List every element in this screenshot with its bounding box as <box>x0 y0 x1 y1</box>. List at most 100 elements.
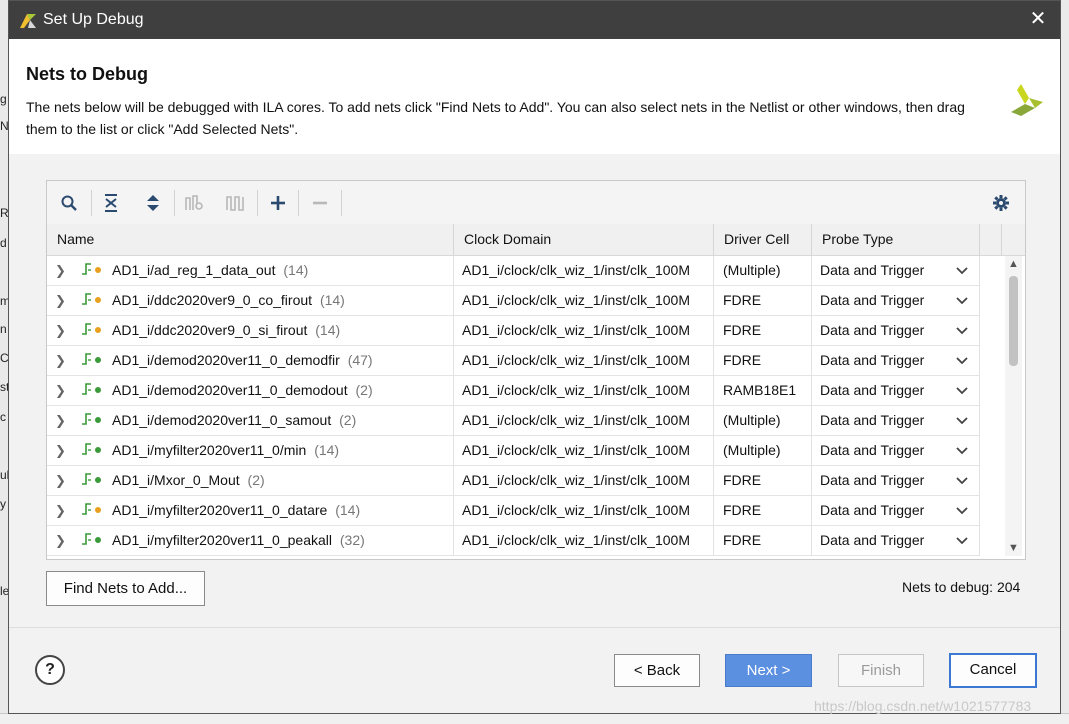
driver-cell-value: FDRE <box>714 526 812 556</box>
column-header-probe-type[interactable]: Probe Type <box>812 224 980 255</box>
probe-type-dropdown[interactable]: Data and Trigger <box>812 316 980 346</box>
remove-icon[interactable] <box>306 189 334 217</box>
waveform-icon[interactable] <box>222 189 250 217</box>
chevron-down-icon[interactable] <box>955 496 969 525</box>
back-button[interactable]: < Back <box>614 654 700 687</box>
chevron-down-icon[interactable] <box>955 316 969 345</box>
expand-arrow-icon[interactable]: ❯ <box>55 496 71 525</box>
expand-arrow-icon[interactable]: ❯ <box>55 256 71 285</box>
net-bus-icon <box>81 317 103 346</box>
probe-type-dropdown[interactable]: Data and Trigger <box>812 256 980 286</box>
toolbar-divider <box>257 190 258 216</box>
group-icon[interactable] <box>180 189 208 217</box>
column-header-clock-domain[interactable]: Clock Domain <box>454 224 714 255</box>
expand-arrow-icon[interactable]: ❯ <box>55 466 71 495</box>
window-title: Set Up Debug <box>43 11 144 28</box>
table-row[interactable]: ❯ AD1_i/demod2020ver11_0_demodout (2) AD… <box>47 376 980 406</box>
driver-cell-value: (Multiple) <box>714 436 812 466</box>
settings-icon[interactable] <box>987 189 1015 217</box>
expand-arrow-icon[interactable]: ❯ <box>55 526 71 555</box>
column-header-name[interactable]: Name <box>47 224 454 255</box>
probe-type-dropdown[interactable]: Data and Trigger <box>812 346 980 376</box>
cancel-button[interactable]: Cancel <box>949 653 1037 688</box>
probe-type-dropdown[interactable]: Data and Trigger <box>812 526 980 556</box>
title-bar: Set Up Debug ✕ <box>9 1 1060 39</box>
net-bus-icon <box>81 347 103 376</box>
background-ide-right <box>1061 0 1069 723</box>
close-icon[interactable]: ✕ <box>1026 7 1050 31</box>
driver-cell-value: RAMB18E1 <box>714 376 812 406</box>
chevron-down-icon[interactable] <box>955 406 969 435</box>
net-name: AD1_i/myfilter2020ver11_0_peakall <box>112 532 332 548</box>
driver-cell-value: FDRE <box>714 316 812 346</box>
net-name: AD1_i/ad_reg_1_data_out <box>112 262 276 278</box>
chevron-down-icon[interactable] <box>955 286 969 315</box>
net-bit-count: (47) <box>347 352 373 368</box>
chevron-down-icon[interactable] <box>955 466 969 495</box>
chevron-down-icon[interactable] <box>955 526 969 555</box>
find-nets-to-add-button[interactable]: Find Nets to Add... <box>46 571 205 606</box>
scrollbar-thumb[interactable] <box>1009 276 1018 366</box>
probe-type-value: Data and Trigger <box>820 412 925 428</box>
net-name: AD1_i/Mxor_0_Mout <box>112 472 240 488</box>
probe-type-value: Data and Trigger <box>820 502 925 518</box>
table-row[interactable]: ❯ AD1_i/ddc2020ver9_0_co_firout (14) AD1… <box>47 286 980 316</box>
toolbar-divider <box>174 190 175 216</box>
table-row[interactable]: ❯ AD1_i/myfilter2020ver11_0/min (14) AD1… <box>47 436 980 466</box>
clock-domain-cell: AD1_i/clock/clk_wiz_1/inst/clk_100M <box>454 496 714 526</box>
net-bus-icon <box>81 407 103 436</box>
bg-text-fragment: g <box>0 92 7 106</box>
scroll-up-icon[interactable]: ▲ <box>1005 256 1022 272</box>
probe-type-dropdown[interactable]: Data and Trigger <box>812 436 980 466</box>
net-name: AD1_i/demod2020ver11_0_demodfir <box>112 352 340 368</box>
probe-type-dropdown[interactable]: Data and Trigger <box>812 466 980 496</box>
chevron-down-icon[interactable] <box>955 436 969 465</box>
expand-arrow-icon[interactable]: ❯ <box>55 316 71 345</box>
probe-type-value: Data and Trigger <box>820 322 925 338</box>
probe-type-dropdown[interactable]: Data and Trigger <box>812 496 980 526</box>
toolbar-divider <box>341 190 342 216</box>
chevron-down-icon[interactable] <box>955 346 969 375</box>
toolbar-divider <box>91 190 92 216</box>
net-name-cell: ❯ AD1_i/ddc2020ver9_0_co_firout (14) <box>47 286 454 316</box>
expand-arrow-icon[interactable]: ❯ <box>55 286 71 315</box>
clock-domain-cell: AD1_i/clock/clk_wiz_1/inst/clk_100M <box>454 376 714 406</box>
driver-cell-value: FDRE <box>714 496 812 526</box>
search-icon[interactable] <box>55 189 83 217</box>
probe-type-dropdown[interactable]: Data and Trigger <box>812 406 980 436</box>
scroll-down-icon[interactable]: ▼ <box>1005 540 1022 556</box>
help-button[interactable]: ? <box>35 655 65 685</box>
table-row[interactable]: ❯ AD1_i/myfilter2020ver11_0_peakall (32)… <box>47 526 980 556</box>
net-bus-icon <box>81 287 103 316</box>
vertical-scrollbar[interactable]: ▲ ▼ <box>1005 256 1022 556</box>
clock-domain-cell: AD1_i/clock/clk_wiz_1/inst/clk_100M <box>454 256 714 286</box>
table-row[interactable]: ❯ AD1_i/demod2020ver11_0_samout (2) AD1_… <box>47 406 980 436</box>
collapse-all-icon[interactable] <box>97 189 125 217</box>
net-bit-count: (2) <box>247 472 265 488</box>
table-row[interactable]: ❯ AD1_i/ad_reg_1_data_out (14) AD1_i/clo… <box>47 256 980 286</box>
net-bit-count: (14) <box>314 442 340 458</box>
table-row[interactable]: ❯ AD1_i/myfilter2020ver11_0_datare (14) … <box>47 496 980 526</box>
probe-type-dropdown[interactable]: Data and Trigger <box>812 286 980 316</box>
table-row[interactable]: ❯ AD1_i/Mxor_0_Mout (2) AD1_i/clock/clk_… <box>47 466 980 496</box>
expand-all-icon[interactable] <box>139 189 167 217</box>
add-icon[interactable] <box>264 189 292 217</box>
expand-arrow-icon[interactable]: ❯ <box>55 436 71 465</box>
expand-arrow-icon[interactable]: ❯ <box>55 376 71 405</box>
chevron-down-icon[interactable] <box>955 376 969 405</box>
probe-type-dropdown[interactable]: Data and Trigger <box>812 376 980 406</box>
table-row[interactable]: ❯ AD1_i/demod2020ver11_0_demodfir (47) A… <box>47 346 980 376</box>
net-name-cell: ❯ AD1_i/demod2020ver11_0_demodout (2) <box>47 376 454 406</box>
footer-divider <box>9 627 1060 628</box>
expand-arrow-icon[interactable]: ❯ <box>55 406 71 435</box>
probe-type-value: Data and Trigger <box>820 532 925 548</box>
clock-domain-cell: AD1_i/clock/clk_wiz_1/inst/clk_100M <box>454 466 714 496</box>
next-button[interactable]: Next > <box>725 654 812 687</box>
toolbar-divider <box>298 190 299 216</box>
expand-arrow-icon[interactable]: ❯ <box>55 346 71 375</box>
chevron-down-icon[interactable] <box>955 256 969 285</box>
column-header-driver-cell[interactable]: Driver Cell <box>714 224 812 255</box>
bg-text-fragment: c <box>0 410 6 424</box>
table-row[interactable]: ❯ AD1_i/ddc2020ver9_0_si_firout (14) AD1… <box>47 316 980 346</box>
table-header: Name Clock Domain Driver Cell Probe Type <box>47 224 1025 256</box>
